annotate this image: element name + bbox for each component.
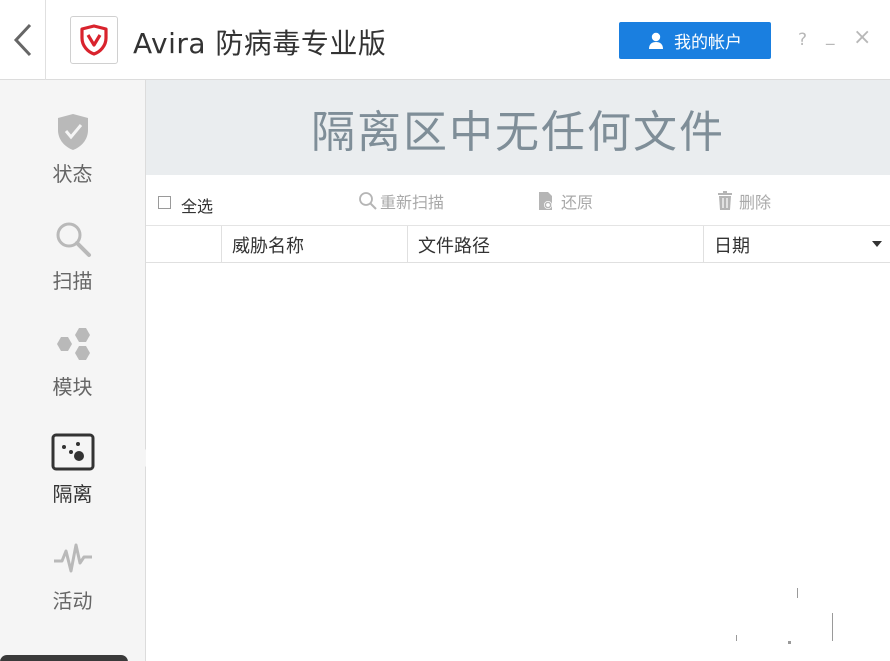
sidebar-item-status[interactable]: 状态 xyxy=(0,110,145,200)
avira-logo xyxy=(70,16,118,64)
restore-file-icon xyxy=(539,192,552,210)
quarantine-toolbar: 全选 重新扫描 还原 删除 xyxy=(146,175,890,226)
quarantine-box-icon xyxy=(51,430,95,474)
select-all-label: 全选 xyxy=(181,197,214,216)
avira-shield-icon xyxy=(80,24,108,56)
app-title: Avira 防病毒专业版 xyxy=(133,27,387,60)
sidebar-item-modules[interactable]: 模块 xyxy=(0,323,145,413)
minimize-button[interactable]: _ xyxy=(826,26,835,46)
hexagons-icon xyxy=(53,323,93,367)
chevron-left-icon xyxy=(13,23,31,57)
user-icon xyxy=(648,32,664,50)
artifact-speck xyxy=(788,641,791,644)
sidebar-item-label: 状态 xyxy=(52,162,93,186)
pulse-icon xyxy=(52,537,94,581)
sidebar-item-label: 活动 xyxy=(52,589,93,613)
help-button[interactable]: ? xyxy=(798,30,807,50)
sidebar-item-activity[interactable]: 活动 xyxy=(0,537,145,627)
column-header-select[interactable] xyxy=(146,226,221,263)
rescan-label: 重新扫描 xyxy=(380,193,445,212)
select-all-checkbox[interactable]: 全选 xyxy=(158,193,213,217)
restore-button[interactable]: 还原 xyxy=(537,189,593,213)
back-button[interactable] xyxy=(0,0,46,80)
sidebar-item-label: 扫描 xyxy=(52,269,93,293)
sidebar-item-quarantine[interactable]: 隔离 xyxy=(0,430,145,520)
trash-icon xyxy=(718,191,732,210)
column-header-threat-name[interactable]: 威胁名称 xyxy=(221,226,407,263)
column-header-date[interactable]: 日期 xyxy=(703,226,890,263)
restore-label: 还原 xyxy=(561,193,594,212)
checkbox-icon xyxy=(158,195,171,209)
taskbar-fragment xyxy=(0,655,128,661)
search-icon xyxy=(54,217,92,261)
my-account-button[interactable]: 我的帐户 xyxy=(619,22,771,59)
column-header-file-path[interactable]: 文件路径 xyxy=(407,226,703,263)
quarantine-file-list[interactable] xyxy=(146,263,890,661)
sort-descending-icon xyxy=(872,241,882,247)
artifact-speck xyxy=(736,635,737,641)
close-button[interactable]: × xyxy=(853,27,871,49)
quarantine-empty-banner: 隔离区中无任何文件 xyxy=(146,80,890,175)
my-account-label: 我的帐户 xyxy=(674,33,742,53)
rescan-button[interactable]: 重新扫描 xyxy=(358,189,444,213)
sidebar-item-label: 隔离 xyxy=(52,482,93,506)
artifact-speck xyxy=(797,588,798,598)
delete-label: 删除 xyxy=(739,193,772,212)
artifact-speck xyxy=(832,613,833,641)
empty-message: 隔离区中无任何文件 xyxy=(311,106,725,158)
delete-button[interactable]: 删除 xyxy=(717,189,771,213)
table-header: 威胁名称 文件路径 日期 xyxy=(146,226,890,263)
search-icon xyxy=(359,192,377,210)
title-bar: Avira 防病毒专业版 我的帐户 ? _ × xyxy=(0,0,890,80)
sidebar: 状态 扫描 模块 隔离 活动 xyxy=(0,80,146,661)
sidebar-item-label: 模块 xyxy=(52,375,93,399)
shield-check-icon xyxy=(55,110,91,154)
sidebar-item-scan[interactable]: 扫描 xyxy=(0,217,145,307)
